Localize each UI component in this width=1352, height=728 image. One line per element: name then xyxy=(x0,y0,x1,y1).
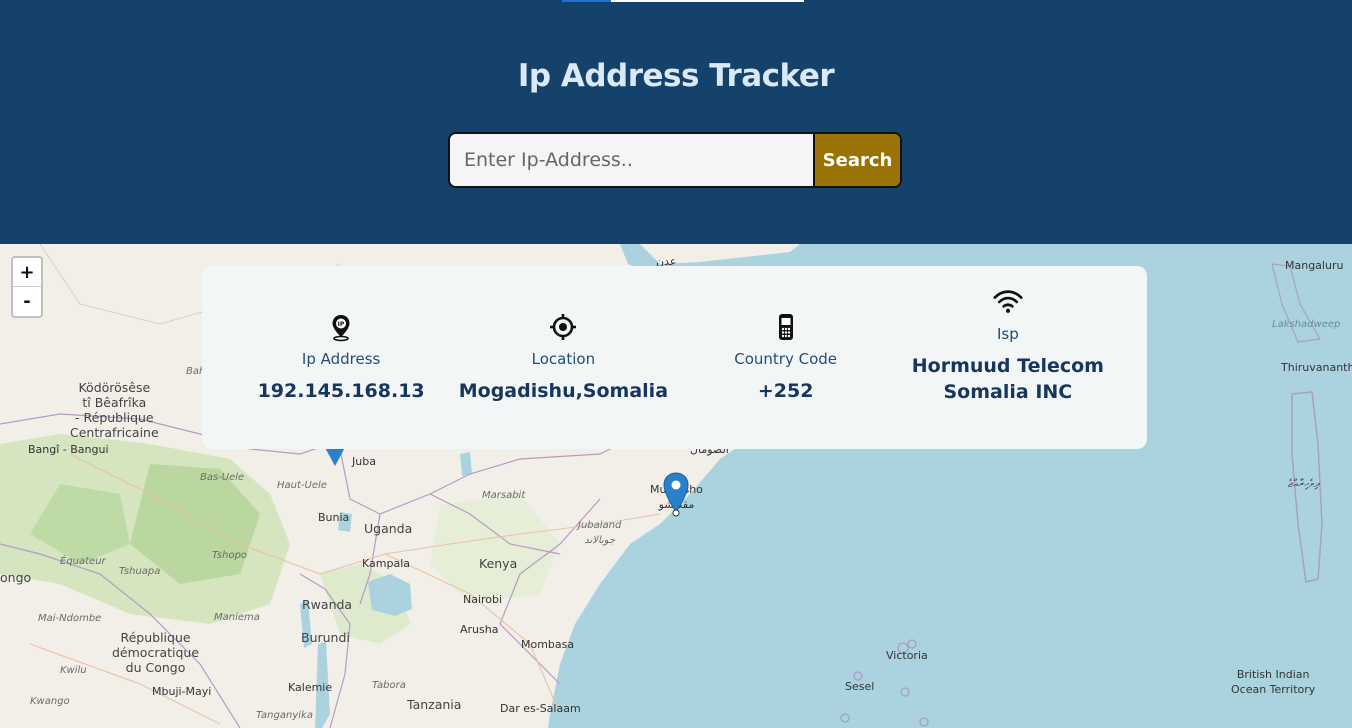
isp-value: Hormuud Telecom Somalia INC xyxy=(911,354,1104,403)
map-label-bangui: Bangî - Bangui xyxy=(28,443,109,456)
map-label-tanzania: Tanzania xyxy=(407,697,462,712)
map-label-mbuji-mayi: Mbuji-Mayi xyxy=(152,685,212,698)
top-strip xyxy=(562,0,804,2)
map-label-maniema: Maniema xyxy=(214,612,260,623)
ip-address-panel: IP Ip Address 192.145.168.13 xyxy=(236,312,446,404)
isp-panel: Isp Hormuud Telecom Somalia INC xyxy=(903,287,1113,405)
map-label-mangaluru: Mangaluru xyxy=(1285,259,1344,272)
map-label-central-african-republic: Ködörösêse tî Bêafrîka - République Cent… xyxy=(70,380,159,440)
map-label-dar-es-salaam: Dar es-Salaam xyxy=(500,702,581,715)
map-label-tanganyika: Tanganyika xyxy=(256,710,313,721)
zoom-out-button[interactable]: - xyxy=(13,287,41,316)
location-label: Location xyxy=(531,349,596,368)
map-label-lakshadweep: Lakshadweep xyxy=(1272,319,1341,330)
map-label-tshopo: Tshopo xyxy=(212,550,248,561)
map-label-kalemie: Kalemie xyxy=(288,681,333,694)
search-form: Search xyxy=(448,132,902,188)
isp-label: Isp xyxy=(996,324,1019,343)
map-label-arusha: Arusha xyxy=(460,623,499,636)
map-label-rwanda: Rwanda xyxy=(302,597,353,612)
map-label-drc: République démocratique du Congo xyxy=(112,630,200,675)
map-label-jubaland: Jubaland جوبالاند xyxy=(578,520,622,546)
map-label-marsabit: Marsabit xyxy=(482,490,526,501)
map-label-tshuapa: Tshuapa xyxy=(119,566,161,577)
wifi-icon xyxy=(993,289,1023,313)
map-label-kwilu: Kwilu xyxy=(60,665,87,676)
map-label-mai-ndombe: Mai-Ndombe xyxy=(38,613,102,624)
ip-address-input[interactable] xyxy=(450,134,813,186)
country-code-value: +252 xyxy=(757,379,814,402)
crosshair-icon xyxy=(550,313,577,340)
map-label-burundi: Burundi xyxy=(301,630,350,645)
map-label-kenya: Kenya xyxy=(479,556,518,571)
page-title: Ip Address Tracker xyxy=(517,58,835,94)
location-panel: Location Mogadishu,Somalia xyxy=(458,312,668,404)
ip-address-value: 192.145.168.13 xyxy=(257,379,425,402)
map-label-equateur: Équateur xyxy=(60,556,106,567)
map-label-congo: ongo xyxy=(0,570,32,585)
map-label-victoria: Victoria xyxy=(886,649,928,662)
map-label-kwango: Kwango xyxy=(30,696,70,707)
svg-text:IP: IP xyxy=(338,321,345,328)
search-button[interactable]: Search xyxy=(813,134,900,186)
zoom-control: + - xyxy=(11,256,43,318)
map-label-maldives: ދިވެހިރާއްޖެ xyxy=(1288,477,1320,490)
map-label-nairobi: Nairobi xyxy=(463,593,503,606)
map-label-bunia: Bunia xyxy=(318,511,350,524)
ip-address-label: Ip Address xyxy=(301,349,381,368)
map-city-dot xyxy=(672,509,680,517)
map-label-tabora: Tabora xyxy=(372,680,406,691)
header: Ip Address Tracker Search xyxy=(0,0,1352,244)
zoom-in-button[interactable]: + xyxy=(13,258,41,287)
map-label-juba: Juba xyxy=(352,455,376,468)
country-code-label: Country Code xyxy=(734,349,837,368)
map-label-biot: British Indian Ocean Territory xyxy=(1231,668,1316,696)
map-label-sesel: Sesel xyxy=(845,680,875,693)
mobile-phone-icon xyxy=(778,313,793,340)
country-code-panel: Country Code +252 xyxy=(681,312,891,404)
map-label-uganda: Uganda xyxy=(364,521,413,536)
location-pin-ip-icon: IP xyxy=(332,314,350,341)
result-card: IP Ip Address 192.145.168.13 Location Mo… xyxy=(202,266,1147,449)
location-value: Mogadishu,Somalia xyxy=(458,379,669,402)
map-label-mombasa: Mombasa xyxy=(521,638,575,651)
map-label-thiruvananth: Thiruvananth xyxy=(1281,361,1352,374)
map-label-haut-uele: Haut-Uele xyxy=(277,480,327,491)
map-label-bas-uele: Bas-Uele xyxy=(200,472,245,483)
map-label-kampala: Kampala xyxy=(362,557,410,570)
